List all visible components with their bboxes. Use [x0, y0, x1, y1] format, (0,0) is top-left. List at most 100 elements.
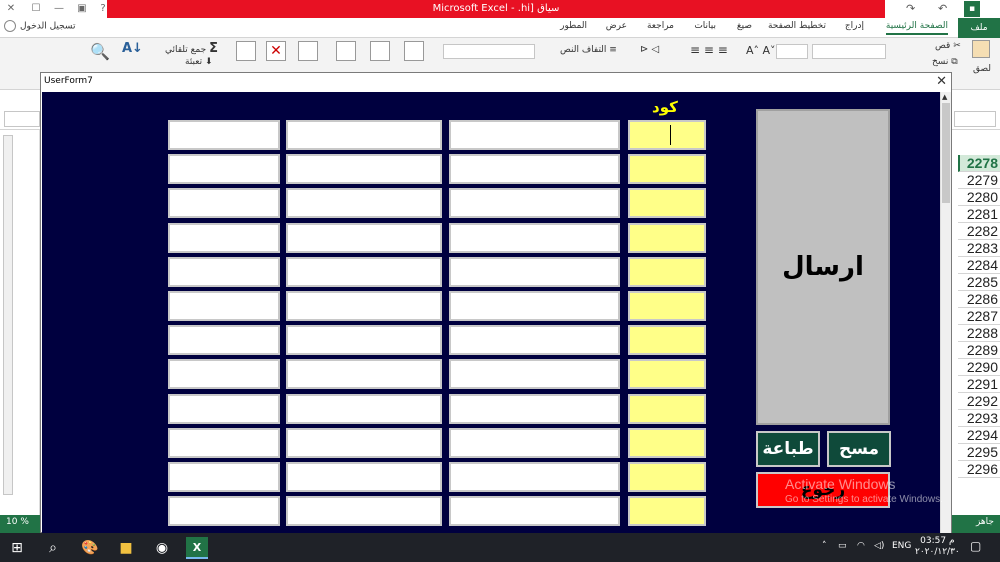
field-col2[interactable] — [449, 359, 620, 390]
file-explorer-icon[interactable]: ■ — [115, 537, 137, 559]
minimize-window-icon[interactable]: — — [50, 0, 68, 18]
field-col2[interactable] — [449, 120, 620, 150]
find-icon[interactable]: 🔍 — [90, 42, 110, 62]
field-col2[interactable] — [449, 222, 620, 253]
search-icon[interactable]: ⌕ — [42, 537, 64, 559]
send-button[interactable]: ارسال — [756, 109, 890, 425]
field-col4[interactable] — [168, 188, 280, 219]
row-header[interactable]: 2278 — [958, 155, 1000, 172]
code-field[interactable] — [628, 462, 706, 492]
insert-cells-icon[interactable] — [298, 41, 318, 61]
row-header[interactable]: 2282 — [958, 223, 1000, 240]
row-header[interactable]: 2283 — [958, 240, 1000, 257]
format-as-table-icon[interactable] — [370, 41, 390, 61]
autosum-button[interactable]: جمع تلقائي Σ — [165, 41, 218, 56]
language-indicator[interactable]: ENG — [892, 541, 911, 551]
tab-page-layout[interactable]: تخطيط الصفحة — [768, 21, 826, 31]
windows-start-icon[interactable]: ⊞ — [6, 537, 28, 559]
row-header[interactable]: 2295 — [958, 444, 1000, 461]
code-field[interactable] — [628, 222, 706, 253]
field-col4[interactable] — [168, 291, 280, 321]
volume-icon[interactable]: ◁) — [874, 541, 884, 551]
network-icon[interactable]: ◠ — [857, 541, 865, 551]
copy-button[interactable]: نسخ ⧉ — [932, 57, 958, 67]
print-button[interactable]: طباعة — [756, 431, 820, 467]
field-col2[interactable] — [449, 393, 620, 424]
field-col4[interactable] — [168, 120, 280, 150]
paint-icon[interactable]: 🎨 — [79, 537, 101, 559]
field-col3[interactable] — [286, 359, 442, 390]
field-col4[interactable] — [168, 222, 280, 253]
scroll-up-icon[interactable]: ▲ — [942, 93, 947, 101]
sheet-vertical-scrollbar[interactable] — [3, 135, 13, 495]
conditional-format-icon[interactable] — [404, 41, 424, 61]
close-icon[interactable]: ✕ — [936, 73, 947, 90]
code-field[interactable] — [628, 188, 706, 219]
fill-button[interactable]: تعبئة ⬇ — [185, 57, 213, 67]
show-hidden-icons[interactable]: ˄ — [822, 541, 827, 551]
delete-cells-icon[interactable]: ✕ — [266, 41, 286, 61]
notifications-icon[interactable]: ▢ — [970, 539, 981, 553]
field-col2[interactable] — [449, 427, 620, 458]
row-header[interactable]: 2280 — [958, 189, 1000, 206]
field-col3[interactable] — [286, 154, 442, 185]
field-col4[interactable] — [168, 154, 280, 185]
save-icon[interactable]: ▪ — [964, 1, 980, 17]
row-header[interactable]: 2287 — [958, 308, 1000, 325]
code-field[interactable] — [628, 291, 706, 321]
code-field[interactable] — [628, 359, 706, 390]
name-box[interactable] — [954, 111, 996, 127]
row-header[interactable]: 2288 — [958, 325, 1000, 342]
field-col3[interactable] — [286, 325, 442, 356]
field-col4[interactable] — [168, 427, 280, 458]
field-col2[interactable] — [449, 291, 620, 321]
field-col4[interactable] — [168, 256, 280, 287]
field-col4[interactable] — [168, 359, 280, 390]
text-direction-icon[interactable]: ⊳ ◁ — [640, 44, 659, 55]
tab-data[interactable]: بيانات — [694, 21, 716, 31]
formula-input[interactable] — [4, 111, 40, 127]
field-col3[interactable] — [286, 393, 442, 424]
format-cells-icon[interactable] — [236, 41, 256, 61]
tab-formulas[interactable]: صيغ — [737, 21, 752, 31]
wrap-text-button[interactable]: التفاف النص ≡ — [560, 45, 617, 55]
signin-link[interactable]: تسجيل الدخول — [4, 20, 75, 32]
excel-taskbar-icon[interactable]: X — [186, 537, 208, 559]
field-col3[interactable] — [286, 291, 442, 321]
field-col3[interactable] — [286, 256, 442, 287]
sort-filter-icon[interactable]: A↓ — [122, 41, 143, 61]
code-field[interactable] — [628, 256, 706, 287]
font-size-select[interactable] — [776, 44, 808, 59]
field-col4[interactable] — [168, 462, 280, 492]
tab-developer[interactable]: المطور — [560, 21, 587, 31]
field-col4[interactable] — [168, 325, 280, 356]
code-field[interactable] — [628, 427, 706, 458]
number-format-select[interactable] — [443, 44, 535, 59]
field-col2[interactable] — [449, 154, 620, 185]
row-header[interactable]: 2286 — [958, 291, 1000, 308]
field-col3[interactable] — [286, 120, 442, 150]
battery-icon[interactable]: ▭ — [838, 541, 847, 551]
code-field[interactable] — [628, 120, 706, 150]
row-header[interactable]: 2291 — [958, 376, 1000, 393]
chrome-icon[interactable]: ◉ — [151, 537, 173, 559]
field-col2[interactable] — [449, 256, 620, 287]
row-header[interactable]: 2289 — [958, 342, 1000, 359]
field-col2[interactable] — [449, 496, 620, 527]
field-col3[interactable] — [286, 222, 442, 253]
code-field[interactable] — [628, 393, 706, 424]
row-header[interactable]: 2284 — [958, 257, 1000, 274]
clear-button[interactable]: مسح — [827, 431, 891, 467]
cell-styles-icon[interactable] — [336, 41, 356, 61]
row-header[interactable]: 2293 — [958, 410, 1000, 427]
field-col3[interactable] — [286, 427, 442, 458]
code-field[interactable] — [628, 325, 706, 356]
tab-file[interactable]: ملف — [958, 18, 1000, 38]
field-col2[interactable] — [449, 188, 620, 219]
field-col4[interactable] — [168, 393, 280, 424]
code-field[interactable] — [628, 496, 706, 527]
row-header[interactable]: 2296 — [958, 461, 1000, 478]
row-header[interactable]: 2281 — [958, 206, 1000, 223]
row-header[interactable]: 2285 — [958, 274, 1000, 291]
field-col2[interactable] — [449, 462, 620, 492]
